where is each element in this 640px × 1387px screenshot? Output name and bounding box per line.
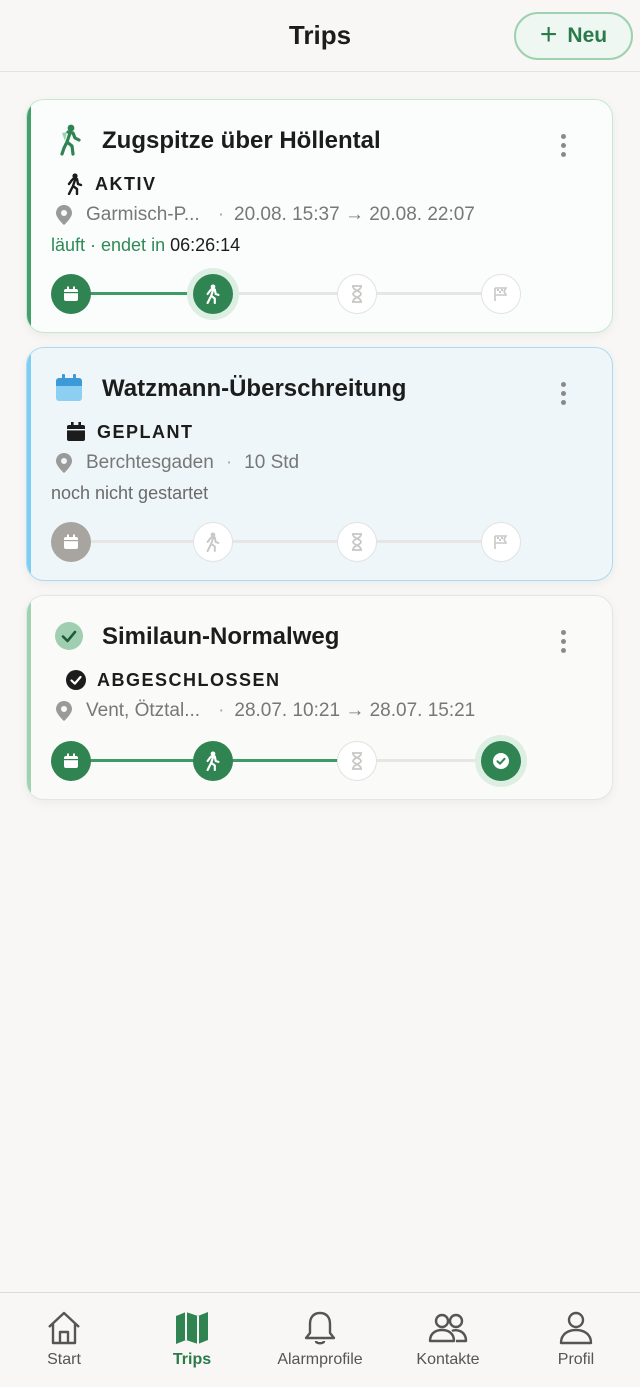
trip-card-planned[interactable]: Watzmann-Überschreitung GEPLANT Berchtes… <box>26 347 613 581</box>
status-badge: AKTIV <box>65 173 157 195</box>
more-options-icon[interactable] <box>551 382 575 412</box>
calendar-icon <box>51 522 91 562</box>
hiker-icon <box>193 741 233 781</box>
trip-timeline <box>51 272 523 316</box>
map-icon <box>172 1308 212 1348</box>
trip-card-active[interactable]: Zugspitze über Höllental AKTIV Garmisch-… <box>26 99 613 333</box>
calendar-icon <box>51 274 91 314</box>
trip-countdown: 06:26:14 <box>170 235 241 255</box>
finish-flag-icon <box>481 274 521 314</box>
trip-progress-text: läuft · endet in 06:26:14 <box>51 235 241 255</box>
location-pin-icon <box>56 453 72 473</box>
person-icon <box>556 1308 596 1348</box>
trip-progress-text: noch nicht gestartet <box>51 483 209 503</box>
trip-location: Vent, Ötztal... <box>86 700 201 721</box>
check-circle-icon <box>481 741 521 781</box>
new-trip-button-label: Neu <box>567 24 608 47</box>
separator-dot: · <box>225 452 233 473</box>
calendar-icon <box>53 372 85 404</box>
trip-title: Zugspitze über Höllental <box>102 127 381 154</box>
status-label: AKTIV <box>95 173 157 194</box>
location-pin-icon <box>56 205 72 225</box>
separator-dot: · <box>218 700 225 721</box>
status-label: GEPLANT <box>97 421 194 442</box>
trip-title: Watzmann-Überschreitung <box>102 375 407 402</box>
more-options-icon[interactable] <box>551 134 575 164</box>
nav-item-profil[interactable]: Profil <box>512 1293 640 1387</box>
hourglass-icon <box>337 741 377 781</box>
status-badge: GEPLANT <box>65 421 194 443</box>
hiker-icon <box>193 274 233 314</box>
location-pin-icon <box>56 701 72 721</box>
new-trip-button[interactable]: + Neu <box>514 12 633 60</box>
hiker-icon <box>193 522 233 562</box>
calendar-icon <box>51 741 91 781</box>
nav-item-kontakte[interactable]: Kontakte <box>384 1293 512 1387</box>
check-status-icon <box>66 670 86 690</box>
trip-meta: Berchtesgaden · 10 Std <box>54 452 299 474</box>
trip-timeline <box>51 520 523 564</box>
more-options-icon[interactable] <box>551 630 575 660</box>
trip-meta: Garmisch-P... · 20.08. 15:37 → 20.08. 22… <box>54 204 475 226</box>
trip-schedule: 20.08. 15:37 → 20.08. 22:07 <box>234 204 475 225</box>
trip-meta: Vent, Ötztal... · 28.07. 10:21 → 28.07. … <box>54 700 475 722</box>
separator-dot: · <box>217 204 225 225</box>
bottom-navigation: Start Trips Alarmprofile Kontakte Profil <box>0 1292 640 1386</box>
finish-flag-icon <box>481 522 521 562</box>
calendar-status-icon <box>67 422 85 441</box>
trip-duration: 10 Std <box>244 452 300 473</box>
plus-icon: + <box>539 17 558 51</box>
nav-item-start[interactable]: Start <box>0 1293 128 1387</box>
trip-title: Similaun-Normalweg <box>102 623 340 650</box>
house-icon <box>44 1308 84 1348</box>
nav-item-trips[interactable]: Trips <box>128 1293 256 1387</box>
hiker-icon <box>53 124 85 156</box>
hourglass-icon <box>337 522 377 562</box>
trip-timeline <box>51 739 523 783</box>
status-label: ABGESCHLOSSEN <box>97 669 281 690</box>
bell-icon <box>300 1308 340 1348</box>
app-header: Trips + Neu <box>0 0 640 72</box>
status-badge: ABGESCHLOSSEN <box>65 669 281 691</box>
trip-card-completed[interactable]: Similaun-Normalweg ABGESCHLOSSEN Vent, Ö… <box>26 595 613 800</box>
nav-item-alarmprofile[interactable]: Alarmprofile <box>256 1293 384 1387</box>
trip-location: Berchtesgaden <box>86 452 214 473</box>
hiker-status-icon <box>67 173 83 195</box>
hourglass-icon <box>337 274 377 314</box>
check-circle-icon <box>53 620 85 652</box>
trip-schedule: 28.07. 10:21 → 28.07. 15:21 <box>234 700 476 721</box>
trip-location: Garmisch-P... <box>86 204 200 225</box>
people-icon <box>428 1308 468 1348</box>
